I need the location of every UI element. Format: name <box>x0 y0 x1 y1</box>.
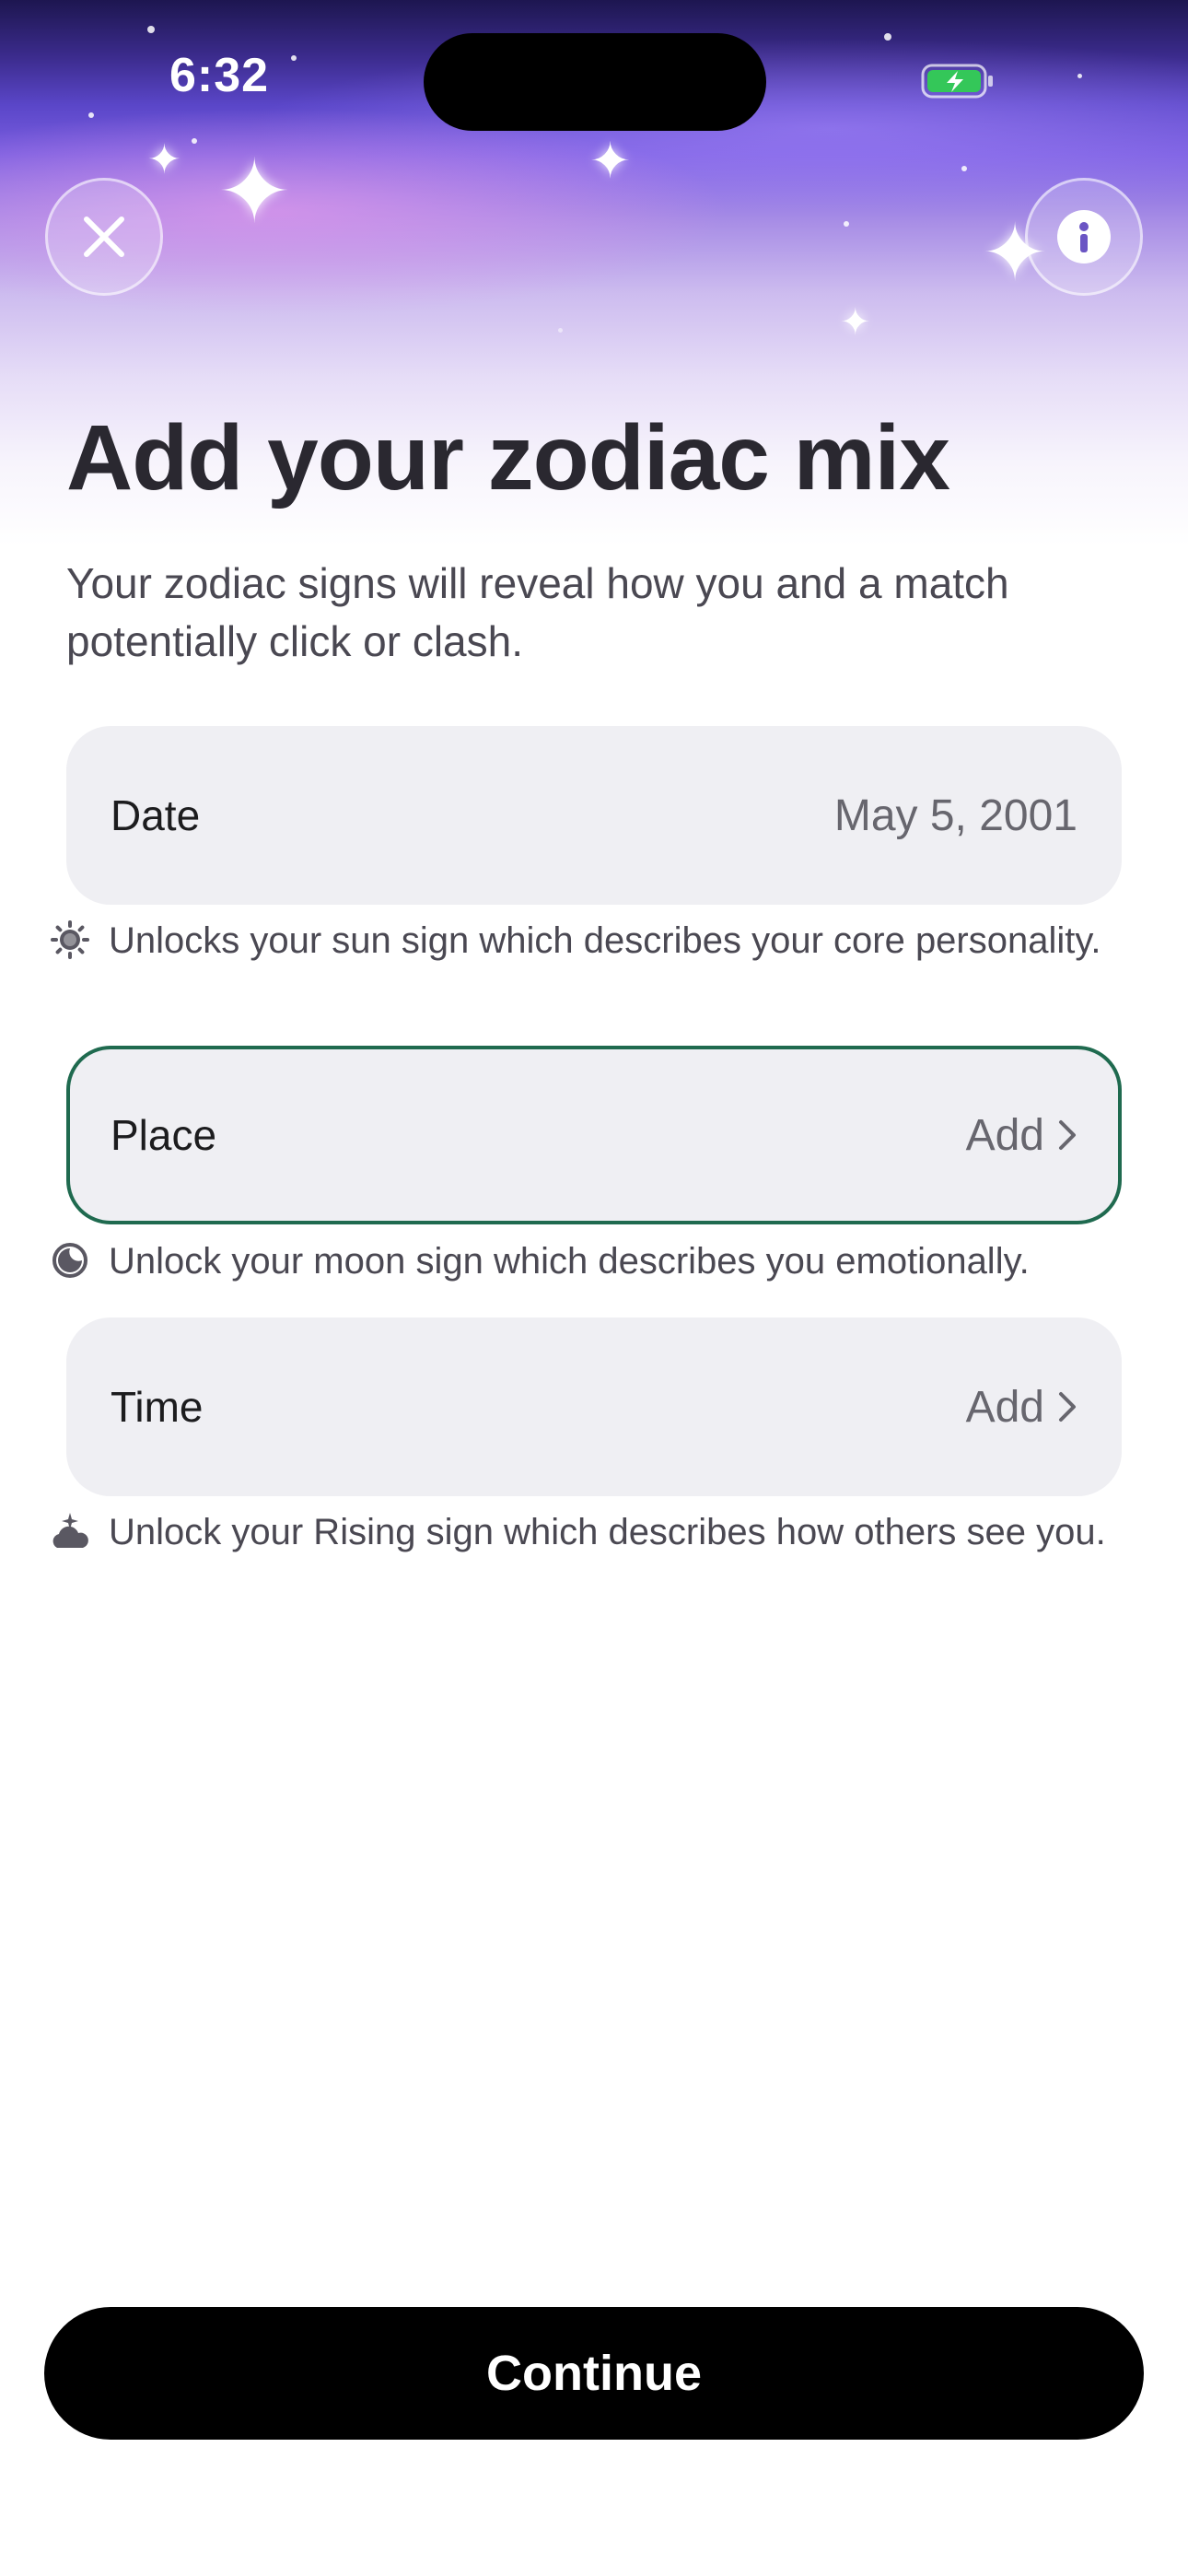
star-dot <box>147 26 155 33</box>
close-icon <box>84 217 124 257</box>
place-field-value: Add <box>965 1110 1044 1160</box>
zodiac-mix-screen: ✦ ✦ ✦ ✦ ✦ 6:32 Add your zodiac mix Your … <box>0 0 1188 2576</box>
star-dot <box>558 328 563 333</box>
status-bar-time: 6:32 <box>169 49 270 102</box>
date-field-label: Date <box>111 791 201 839</box>
close-button[interactable] <box>45 178 163 296</box>
moon-icon <box>48 1236 92 1284</box>
time-field[interactable]: Time Add <box>66 1317 1122 1496</box>
chevron-right-icon <box>1059 1392 1076 1422</box>
sparkle-icon: ✦ <box>217 140 292 243</box>
time-add-action: Add <box>966 1382 1077 1433</box>
sparkle-icon: ✦ <box>147 136 181 183</box>
rising-cloud-icon <box>48 1507 92 1555</box>
star-dot <box>88 112 94 118</box>
date-field-value: May 5, 2001 <box>833 790 1077 840</box>
star-dot <box>961 166 967 171</box>
place-hint: Unlock your moon sign which describes yo… <box>48 1236 1135 1286</box>
time-field-label: Time <box>111 1383 204 1431</box>
date-field[interactable]: Date May 5, 2001 <box>66 726 1122 905</box>
sun-icon <box>48 916 92 964</box>
star-dot <box>1077 74 1082 78</box>
star-dot <box>884 33 891 41</box>
place-field[interactable]: Place Add <box>66 1046 1122 1224</box>
date-hint: Unlocks your sun sign which describes yo… <box>48 916 1135 966</box>
date-hint-text: Unlocks your sun sign which describes yo… <box>109 920 1101 961</box>
place-field-label: Place <box>111 1111 217 1159</box>
sparkle-icon: ✦ <box>840 301 871 344</box>
time-hint: Unlock your Rising sign which describes … <box>48 1507 1135 1557</box>
page-title: Add your zodiac mix <box>66 406 950 509</box>
star-dot <box>844 221 849 227</box>
continue-button[interactable]: Continue <box>44 2307 1144 2440</box>
sparkle-icon: ✦ <box>589 132 632 190</box>
info-button[interactable] <box>1025 178 1143 296</box>
star-dot <box>192 138 197 144</box>
time-field-value: Add <box>965 1382 1044 1432</box>
star-dot <box>291 55 297 61</box>
place-hint-text: Unlock your moon sign which describes yo… <box>109 1241 1030 1282</box>
time-hint-text: Unlock your Rising sign which describes … <box>109 1512 1106 1552</box>
page-subtitle: Your zodiac signs will reveal how you an… <box>66 559 1009 665</box>
info-icon <box>1057 210 1111 263</box>
chevron-right-icon <box>1059 1120 1076 1150</box>
battery-charging-icon <box>921 64 993 99</box>
dynamic-island <box>424 33 766 131</box>
place-add-action: Add <box>966 1110 1077 1161</box>
